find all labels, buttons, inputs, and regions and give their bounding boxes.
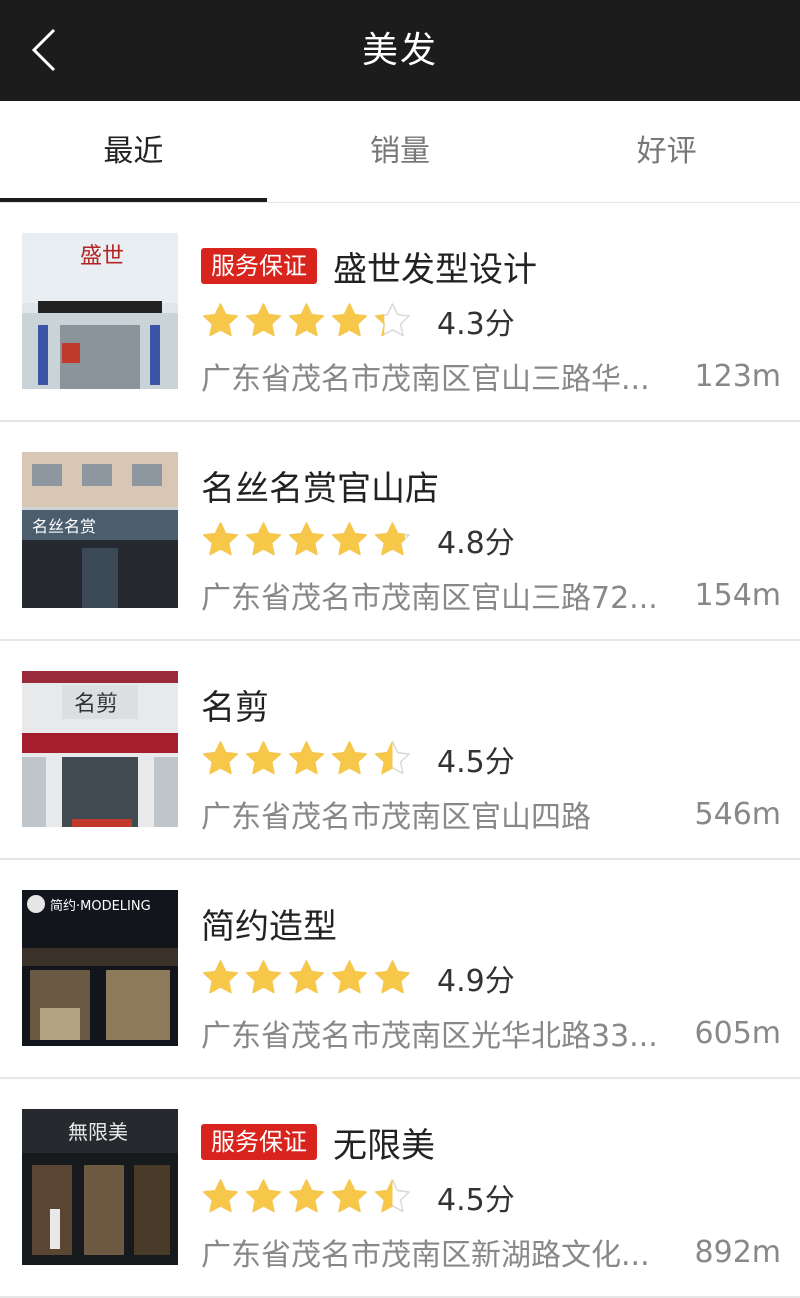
shop-list-item[interactable]: 盛世 服务保证 盛世发型设计 4.3分 广东省茂名市茂南区官山三路华... 12… (0, 203, 800, 422)
shop-distance: 123m (694, 358, 781, 394)
shop-name: 简约造型 (201, 906, 337, 947)
star-icon (332, 1178, 367, 1212)
star-icon (332, 959, 367, 993)
thumb-sign-text: 名丝名赏 (32, 517, 96, 536)
address-row: 广东省茂名市茂南区官山三路华... 123m (201, 351, 781, 401)
star-icon (246, 959, 281, 993)
star-rating (200, 739, 413, 780)
shop-name-row: 简约造型 (201, 898, 337, 948)
star-rating (200, 958, 413, 999)
tab-recent[interactable]: 最近 (0, 101, 267, 202)
star-icon (332, 740, 367, 774)
star-rating (200, 520, 413, 561)
star-icon (375, 521, 410, 555)
shop-name-row: 服务保证 无限美 (201, 1117, 435, 1167)
star-icon (289, 959, 324, 993)
rating-row: 4.5分 (200, 1171, 515, 1223)
star-icon (375, 740, 410, 774)
thumb-sign-text: 简约·MODELING (50, 898, 151, 914)
star-icon (203, 521, 238, 555)
star-icon (289, 1178, 324, 1212)
shop-thumbnail: 简约·MODELING (22, 890, 178, 1046)
star-icon (203, 1178, 238, 1212)
rating-score: 4.3分 (437, 307, 515, 342)
shop-thumbnail: 盛世 (22, 233, 178, 389)
shop-list-item[interactable]: 名丝名赏 名丝名赏官山店 4.8分 广东省茂名市茂南区官山三路72... 154… (0, 422, 800, 641)
thumb-sign-text: 盛世 (80, 244, 124, 269)
shop-name: 盛世发型设计 (333, 249, 537, 290)
star-icon (203, 959, 238, 993)
active-tab-indicator (0, 198, 267, 202)
shop-address: 广东省茂名市茂南区官山三路72... (201, 581, 658, 616)
rating-row: 4.9分 (200, 952, 515, 1004)
shop-distance: 605m (694, 1015, 781, 1051)
address-row: 广东省茂名市茂南区新湖路文化... 892m (201, 1227, 781, 1277)
shop-thumbnail: 名丝名赏 (22, 452, 178, 608)
address-row: 广东省茂名市茂南区光华北路33... 605m (201, 1008, 781, 1058)
service-guarantee-badge: 服务保证 (201, 248, 317, 284)
shop-name: 名丝名赏官山店 (201, 468, 439, 509)
star-icon (289, 740, 324, 774)
star-icon (332, 521, 367, 555)
star-icon (246, 1178, 281, 1212)
star-icon (246, 521, 281, 555)
star-icon (375, 1178, 410, 1212)
rating-row: 4.3分 (200, 295, 515, 347)
address-row: 广东省茂名市茂南区官山四路 546m (201, 789, 781, 839)
tab-label: 最近 (103, 134, 164, 169)
rating-row: 4.5分 (200, 733, 515, 785)
star-icon (246, 740, 281, 774)
shop-list-item[interactable]: 简约·MODELING 简约造型 4.9分 广东省茂名市茂南区光华北路33...… (0, 860, 800, 1079)
star-icon (375, 959, 410, 993)
star-icon (289, 302, 324, 336)
star-rating (200, 301, 413, 342)
shop-distance: 154m (694, 577, 781, 613)
rating-score: 4.5分 (437, 1183, 515, 1218)
star-icon (289, 521, 324, 555)
tab-bar: 最近 销量 好评 (0, 101, 800, 203)
shop-name: 无限美 (333, 1125, 435, 1166)
service-guarantee-badge: 服务保证 (201, 1124, 317, 1160)
star-icon (375, 302, 410, 336)
shop-thumbnail: 無限美 (22, 1109, 178, 1265)
star-rating (200, 1177, 413, 1218)
shop-thumbnail: 名剪 (22, 671, 178, 827)
rating-row: 4.8分 (200, 514, 515, 566)
shop-name-row: 名丝名赏官山店 (201, 460, 439, 510)
address-row: 广东省茂名市茂南区官山三路72... 154m (201, 570, 781, 620)
star-icon (203, 740, 238, 774)
page-title: 美发 (361, 30, 438, 71)
shop-list-item[interactable]: 名剪 名剪 4.5分 广东省茂名市茂南区官山四路 546m (0, 641, 800, 860)
rating-score: 4.8分 (437, 526, 515, 561)
tab-reviews[interactable]: 好评 (533, 101, 800, 202)
shop-list-item[interactable]: 無限美 服务保证 无限美 4.5分 广东省茂名市茂南区新湖路文化... 892m (0, 1079, 800, 1298)
shop-name-row: 服务保证 盛世发型设计 (201, 241, 537, 291)
shop-name: 名剪 (201, 687, 269, 728)
tab-label: 销量 (370, 134, 430, 169)
top-bar: 美发 (0, 0, 800, 101)
shop-distance: 546m (694, 796, 781, 832)
thumb-sign-text: 名剪 (74, 692, 118, 717)
shop-distance: 892m (694, 1234, 781, 1270)
rating-score: 4.5分 (437, 745, 515, 780)
star-icon (246, 302, 281, 336)
rating-score: 4.9分 (437, 964, 515, 999)
star-icon (332, 302, 367, 336)
shop-address: 广东省茂名市茂南区新湖路文化... (201, 1238, 650, 1273)
shop-address: 广东省茂名市茂南区官山四路 (201, 800, 591, 835)
shop-name-row: 名剪 (201, 679, 269, 729)
thumb-sign-text: 無限美 (68, 1120, 128, 1144)
shop-address: 广东省茂名市茂南区官山三路华... (201, 362, 650, 397)
shop-address: 广东省茂名市茂南区光华北路33... (201, 1019, 658, 1054)
tab-label: 好评 (636, 134, 697, 169)
tab-sales[interactable]: 销量 (267, 101, 534, 202)
shop-list: 盛世 服务保证 盛世发型设计 4.3分 广东省茂名市茂南区官山三路华... 12… (0, 203, 800, 1298)
star-icon (203, 302, 238, 336)
